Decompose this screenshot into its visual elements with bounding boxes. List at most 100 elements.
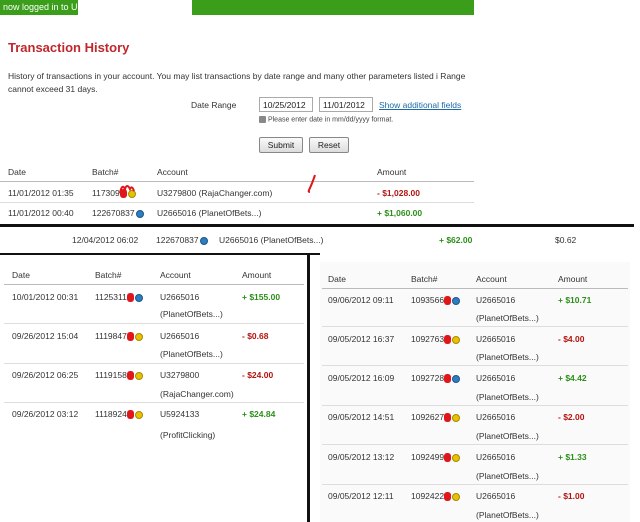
right-row-3-amount: + $4.42 [558, 373, 587, 383]
row-divider [322, 405, 628, 406]
login-status-bar: now logged in to U [0, 0, 474, 15]
main-row-1-account: U3279800 (RajaChanger.com) [157, 188, 273, 198]
left-row-3-batch[interactable]: 1119158 [95, 370, 143, 381]
right-header-account: Account [476, 274, 507, 284]
right-row-6-amount: - $1.00 [558, 491, 585, 501]
right-row-2-account: U2665016 [476, 334, 516, 344]
right-row-1-account: U2665016 [476, 295, 516, 305]
left-row-4-batch-text: 1118924 [95, 409, 127, 419]
right-row-3-batch[interactable]: 1092728 [411, 373, 461, 384]
page-title: Transaction History [8, 40, 130, 55]
redaction-mark [126, 332, 134, 342]
status-bar-gap [78, 0, 192, 15]
left-row-3-account-sub: (RajaChanger.com) [160, 389, 234, 399]
submit-button[interactable]: Submit [259, 137, 303, 153]
date-to-input[interactable]: 11/01/2012 [319, 97, 373, 112]
left-row-2-account: U2665016 [160, 331, 200, 341]
left-row-2-account-sub: (PlanetOfBets...) [160, 349, 223, 359]
extra-row-batch[interactable]: 122670837 [156, 235, 208, 245]
redaction-mark [444, 453, 452, 463]
left-row-4-batch[interactable]: 1118924 [95, 409, 143, 420]
yellow-dot-icon [134, 410, 143, 419]
vertical-separator [307, 253, 310, 522]
right-row-5-date: 09/05/2012 13:12 [328, 452, 395, 462]
row-divider [4, 323, 304, 324]
redaction-mark [444, 296, 452, 306]
right-row-2-batch[interactable]: 1092763 [411, 334, 461, 345]
yellow-dot-icon [134, 371, 143, 380]
right-row-4-amount: - $2.00 [558, 412, 585, 422]
date-format-hint: Please enter date in mm/dd/yyyy format. [259, 116, 393, 123]
right-row-1-batch[interactable]: 1093566 [411, 295, 461, 306]
left-row-4-date: 09/26/2012 03:12 [12, 409, 79, 419]
main-row-2-batch[interactable]: 122670837 [92, 208, 144, 218]
right-row-4-account-sub: (PlanetOfBets...) [476, 431, 539, 441]
left-row-3-date: 09/26/2012 06:25 [12, 370, 79, 380]
main-header-account: Account [157, 167, 188, 177]
left-row-2-date: 09/26/2012 15:04 [12, 331, 79, 341]
redaction-mark [126, 293, 134, 303]
page-description: History of transactions in your account.… [8, 71, 466, 94]
row-divider [0, 202, 474, 203]
row-divider [322, 365, 628, 366]
right-row-5-amount: + $1.33 [558, 452, 587, 462]
left-row-2-batch-text: 1119847 [95, 331, 127, 341]
login-status-text: now logged in to U [3, 2, 78, 12]
left-row-2-amount: - $0.68 [242, 331, 269, 341]
main-row-1-date: 11/01/2012 01:35 [8, 188, 74, 198]
extra-row-date: 12/04/2012 06:02 [72, 235, 139, 245]
right-row-6-batch-text: 1092422 [411, 491, 445, 501]
left-row-4-account: U5924133 [160, 409, 200, 419]
extra-row-amount: + $62.00 [439, 235, 473, 245]
row-divider [322, 444, 628, 445]
extra-row-batch-text: 122670837 [156, 235, 199, 245]
main-row-2-account: U2665016 (PlanetOfBets...) [157, 208, 262, 218]
right-row-1-amount: + $10.71 [558, 295, 592, 305]
main-row-2-date: 11/01/2012 00:40 [8, 208, 74, 218]
reset-button[interactable]: Reset [309, 137, 349, 153]
left-row-1-amount: + $155.00 [242, 292, 281, 302]
right-row-4-batch[interactable]: 1092627 [411, 412, 461, 423]
date-from-input[interactable]: 10/25/2012 [259, 97, 313, 112]
right-row-3-account: U2665016 [476, 373, 516, 383]
blue-dot-icon [199, 236, 208, 245]
right-row-6-date: 09/05/2012 12:11 [328, 491, 394, 501]
main-row-2-amount: + $1,060.00 [377, 208, 423, 218]
extra-row-account: U2665016 (PlanetOfBets...) [219, 235, 324, 245]
redaction-mark [444, 335, 452, 345]
left-row-1-batch[interactable]: 1125311 [95, 292, 143, 303]
yellow-dot-icon [452, 335, 461, 344]
left-row-3-account: U3279800 [160, 370, 200, 380]
right-row-2-account-sub: (PlanetOfBets...) [476, 352, 539, 362]
info-icon [259, 116, 266, 123]
right-header-amount: Amount [558, 274, 588, 284]
right-row-4-account: U2665016 [476, 412, 516, 422]
left-header-date: Date [12, 270, 30, 280]
right-row-4-date: 09/05/2012 14:51 [328, 412, 395, 422]
right-row-3-date: 09/05/2012 16:09 [328, 373, 395, 383]
show-additional-fields-link[interactable]: Show additional fields [379, 100, 461, 110]
right-row-2-date: 09/05/2012 16:37 [328, 334, 395, 344]
right-header-divider [322, 288, 628, 289]
right-row-2-amount: - $4.00 [558, 334, 585, 344]
right-row-4-batch-text: 1092627 [411, 412, 445, 422]
scribble-mark [307, 174, 316, 193]
main-header-divider [0, 181, 474, 182]
blue-dot-icon [452, 374, 461, 383]
right-row-5-account: U2665016 [476, 452, 516, 462]
right-row-5-batch-text: 1092499 [411, 452, 445, 462]
right-row-6-batch[interactable]: 1092422 [411, 491, 461, 502]
redaction-mark [444, 492, 452, 502]
row-divider [322, 326, 628, 327]
main-header-date: Date [8, 167, 26, 177]
right-row-3-account-sub: (PlanetOfBets...) [476, 392, 539, 402]
left-row-2-batch[interactable]: 1119847 [95, 331, 143, 342]
right-header-date: Date [328, 274, 346, 284]
left-header-batch: Batch# [95, 270, 122, 280]
yellow-dot-icon [452, 453, 461, 462]
left-panel-separator [0, 253, 320, 255]
right-row-5-account-sub: (PlanetOfBets...) [476, 471, 539, 481]
left-header-account: Account [160, 270, 191, 280]
row-divider [4, 363, 304, 364]
right-row-5-batch[interactable]: 1092499 [411, 452, 461, 463]
